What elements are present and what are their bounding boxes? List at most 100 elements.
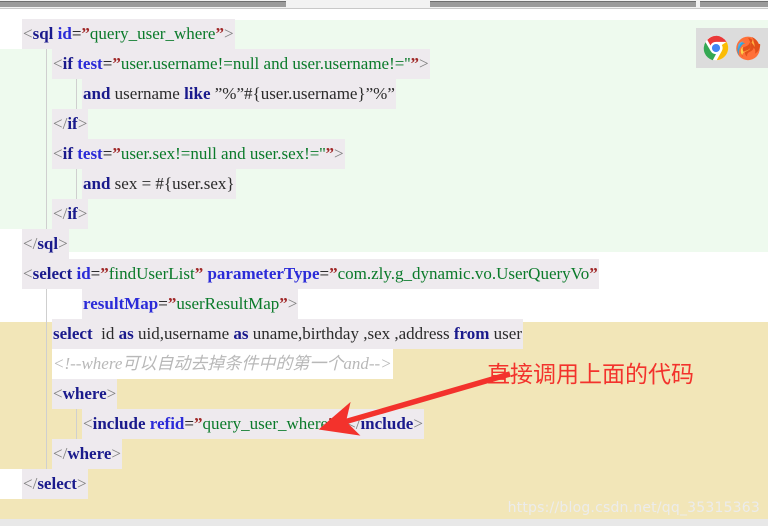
token: if: [67, 114, 78, 133]
token: </: [23, 474, 38, 493]
token: >: [58, 234, 68, 253]
horizontal-scrollbar[interactable]: [0, 0, 768, 9]
token: =: [319, 264, 330, 283]
token: ”%”: [365, 84, 395, 103]
watermark-text: https://blog.csdn.net/qq_35315363: [507, 500, 760, 516]
line-text: <include refid=”query_user_where”></incl…: [82, 409, 424, 439]
token: test: [77, 54, 103, 73]
browser-icon-tray[interactable]: [696, 28, 768, 68]
code-line: </if>: [0, 199, 768, 229]
token: </: [53, 204, 68, 223]
token: ”: [589, 264, 598, 283]
scrollbar-thumb-tertiary[interactable]: [700, 1, 768, 7]
line-text: <where>: [52, 379, 118, 409]
token: <: [53, 144, 63, 163]
token: =: [71, 24, 82, 43]
token: </: [53, 114, 68, 133]
token: com.zly.g_dynamic.vo.UserQueryVo: [337, 264, 590, 283]
code-line: select id as uid,username as uname,birth…: [0, 319, 768, 349]
token: test: [77, 144, 103, 163]
token: userResultMap: [176, 294, 280, 313]
token: <: [83, 414, 93, 433]
token: >: [287, 294, 298, 313]
token: <: [53, 384, 63, 403]
screenshot-root: <sql id=”query_user_where”> <if test=”use…: [0, 0, 768, 526]
token: >: [336, 414, 347, 433]
token: ”: [112, 144, 121, 163]
code-line: <if test=”user.sex!=null and user.sex!='…: [0, 139, 768, 169]
token: id: [57, 24, 72, 43]
token: where: [67, 444, 112, 463]
token: username: [110, 84, 185, 103]
line-text: </sql>: [22, 229, 69, 259]
token: if: [67, 204, 78, 223]
token: >: [418, 54, 429, 73]
token: select: [32, 264, 73, 283]
code-line: and sex = #{user.sex}: [0, 169, 768, 199]
token: if: [62, 54, 73, 73]
token: #{user.sex}: [155, 174, 235, 193]
line-text: </where>: [52, 439, 122, 469]
code-line: </select>: [0, 469, 768, 499]
token: and: [83, 84, 111, 103]
token: >: [223, 24, 234, 43]
line-text: </if>: [52, 199, 89, 229]
token: ”: [328, 414, 337, 433]
token: findUserList: [108, 264, 195, 283]
token: like: [184, 84, 211, 103]
token: refid: [149, 414, 185, 433]
token: >: [413, 414, 423, 433]
code-line: </where>: [0, 439, 768, 469]
scrollbar-thumb-secondary[interactable]: [430, 1, 696, 7]
code-line: </if>: [0, 109, 768, 139]
token: =: [184, 414, 194, 433]
token: ”: [410, 54, 419, 73]
token: ”%”: [214, 84, 245, 103]
token: >: [76, 474, 87, 493]
scrollbar-thumb[interactable]: [0, 1, 286, 7]
line-text: <!--where可以自动去掉条件中的第一个and-->: [52, 349, 393, 379]
token: select: [37, 474, 77, 493]
annotation-label: 直接调用上面的代码: [487, 362, 694, 388]
line-text: <select id=”findUserList” parameterType=…: [22, 259, 599, 289]
token: query_user_where: [89, 24, 216, 43]
line-text: <if test=”user.username!=null and user.u…: [52, 49, 430, 79]
token: ”: [194, 264, 204, 283]
code-editor-canvas[interactable]: <sql id=”query_user_where”> <if test=”use…: [0, 9, 768, 526]
code-line: resultMap=”userResultMap”>: [0, 289, 768, 319]
token: parameterType: [207, 264, 320, 283]
line-text: <sql id=”query_user_where”>: [22, 19, 235, 49]
token: from: [453, 324, 490, 343]
line-text: <if test=”user.sex!=null and user.sex!='…: [52, 139, 345, 169]
token: </: [53, 444, 68, 463]
token: user.username!=null and user.username!='…: [120, 54, 411, 73]
token: >: [106, 384, 117, 403]
token: ”: [112, 54, 121, 73]
code-line: and username like ”%”#{user.username}”%”: [0, 79, 768, 109]
token: <: [53, 54, 63, 73]
token: =: [102, 54, 113, 73]
token: </: [23, 234, 38, 253]
token: >: [334, 144, 344, 163]
token: ”: [215, 24, 224, 43]
code-line: <sql id=”query_user_where”>: [0, 19, 768, 49]
token: uid,username: [133, 324, 234, 343]
token: ”: [325, 144, 335, 163]
firefox-icon[interactable]: [735, 35, 761, 61]
token: ”: [100, 264, 109, 283]
line-text: </if>: [52, 109, 89, 139]
token: #{user.username}: [244, 84, 366, 103]
token: id: [92, 324, 119, 343]
code-line: <select id=”findUserList” parameterType=…: [0, 259, 768, 289]
token: >: [111, 444, 121, 463]
token: where: [62, 384, 107, 403]
token: <: [23, 264, 33, 283]
token: <: [23, 24, 33, 43]
code-line: <include refid=”query_user_where”></incl…: [0, 409, 768, 439]
chrome-icon[interactable]: [703, 35, 729, 61]
editor-bottom-strip: [0, 519, 768, 526]
token: <!--where可以自动去掉条件中的第一个and-->: [53, 354, 392, 373]
token: ”: [279, 294, 288, 313]
token: and: [83, 174, 111, 193]
token: =: [90, 264, 101, 283]
